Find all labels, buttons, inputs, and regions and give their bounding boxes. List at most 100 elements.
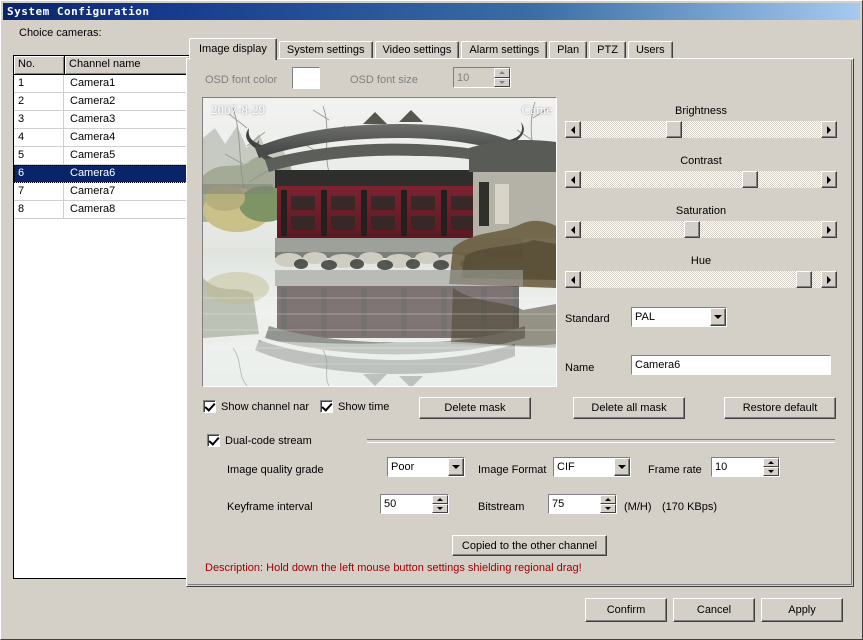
spinner-down-icon[interactable] — [600, 504, 616, 513]
slider-label-saturation: Saturation — [675, 205, 727, 217]
video-preview[interactable]: 2007-8-29 Came — [202, 97, 557, 387]
table-row[interactable]: 6 Camera6 — [14, 165, 189, 183]
camera-row-name: Camera2 — [70, 95, 116, 107]
system-configuration-window: System Configuration Choice cameras: No.… — [0, 0, 863, 640]
camera-row-name: Camera1 — [70, 77, 116, 89]
copy-to-other-channel-label: Copied to the other channel — [461, 539, 598, 552]
slider-label-hue: Hue — [690, 255, 712, 267]
bitstream-stepper[interactable] — [600, 495, 616, 513]
checkbox-indicator[interactable] — [320, 400, 333, 413]
cancel-button[interactable]: Cancel — [673, 598, 755, 622]
slider-label-brightness: Brightness — [675, 105, 727, 117]
spinner-up-icon[interactable] — [494, 68, 510, 78]
table-row[interactable]: 2 Camera2 — [14, 93, 189, 111]
slider-thumb[interactable] — [684, 221, 700, 238]
preview-image — [203, 98, 556, 386]
apply-button[interactable]: Apply — [761, 598, 843, 622]
tab-plan[interactable]: Plan — [549, 41, 588, 59]
tab-alarm-settings[interactable]: Alarm settings — [461, 41, 548, 59]
image-format-label: Image Format — [478, 464, 547, 476]
confirm-label: Confirm — [606, 604, 646, 616]
frame-rate-stepper[interactable] — [763, 458, 779, 476]
show-time-checkbox[interactable]: Show time — [320, 400, 389, 413]
slider-track[interactable] — [581, 271, 821, 288]
camera-row-no: 7 — [14, 183, 64, 200]
tab-ptz[interactable]: PTZ — [589, 41, 626, 59]
table-row[interactable]: 5 Camera5 — [14, 147, 189, 165]
checkbox-indicator[interactable] — [203, 400, 216, 413]
standard-select[interactable]: PAL — [631, 307, 727, 327]
bitstream-spinner[interactable]: 75 — [548, 494, 617, 514]
arrow-left-icon[interactable] — [565, 271, 581, 288]
copy-to-other-channel-button[interactable]: Copied to the other channel — [452, 535, 607, 556]
slider-thumb[interactable] — [796, 271, 812, 288]
tab-image-display[interactable]: Image display — [189, 38, 277, 60]
table-row[interactable]: 8 Camera8 — [14, 201, 189, 219]
image-display-panel: OSD font color OSD font size 10 2007-8-2… — [186, 58, 854, 587]
arrow-right-icon[interactable] — [821, 171, 837, 188]
camera-list[interactable]: No. Channel name 1 Camera1 2 Camera2 3 Camera… — [13, 55, 190, 579]
bitstream-label: Bitstream — [478, 501, 525, 513]
chevron-down-icon[interactable] — [710, 308, 726, 326]
slider-thumb[interactable] — [742, 171, 758, 188]
frame-rate-spinner[interactable]: 10 — [711, 457, 780, 477]
show-channel-name-checkbox[interactable]: Show channel nar — [203, 400, 309, 413]
slider-brightness[interactable] — [565, 121, 837, 138]
camera-row-no: 1 — [14, 75, 64, 92]
spinner-down-icon[interactable] — [763, 467, 779, 476]
spinner-up-icon[interactable] — [432, 495, 448, 504]
slider-contrast[interactable] — [565, 171, 837, 188]
delete-mask-button[interactable]: Delete mask — [419, 397, 531, 419]
table-row[interactable]: 3 Camera3 — [14, 111, 189, 129]
choice-cameras-label: Choice cameras: — [19, 27, 102, 39]
name-label: Name — [565, 362, 595, 374]
keyframe-interval-stepper[interactable] — [432, 495, 448, 513]
keyframe-interval-spinner[interactable]: 50 — [380, 494, 449, 514]
camera-row-name: Camera4 — [70, 131, 116, 143]
slider-thumb[interactable] — [666, 121, 682, 138]
arrow-right-icon[interactable] — [821, 271, 837, 288]
tab-video-settings[interactable]: Video settings — [374, 41, 460, 59]
delete-all-mask-button[interactable]: Delete all mask — [573, 397, 685, 419]
image-format-select[interactable]: CIF — [553, 457, 631, 477]
arrow-right-icon[interactable] — [821, 121, 837, 138]
name-input[interactable]: Camera6 — [631, 355, 831, 375]
camera-row-name: Camera3 — [70, 113, 116, 125]
image-quality-select[interactable]: Poor — [387, 457, 465, 477]
confirm-button[interactable]: Confirm — [585, 598, 667, 622]
arrow-left-icon[interactable] — [565, 171, 581, 188]
osd-font-size-stepper[interactable] — [494, 68, 510, 87]
spinner-up-icon[interactable] — [763, 458, 779, 467]
standard-label: Standard — [565, 313, 610, 325]
keyframe-interval-label: Keyframe interval — [227, 501, 313, 513]
settings-tabs[interactable]: Image display System settings Video settin… — [189, 36, 675, 60]
chevron-down-icon[interactable] — [614, 458, 630, 476]
chevron-down-icon[interactable] — [448, 458, 464, 476]
table-row[interactable]: 4 Camera4 — [14, 129, 189, 147]
slider-track[interactable] — [581, 221, 821, 238]
arrow-left-icon[interactable] — [565, 121, 581, 138]
slider-track[interactable] — [581, 121, 821, 138]
tab-users[interactable]: Users — [627, 41, 673, 59]
osd-font-color-swatch[interactable] — [292, 67, 320, 89]
restore-default-button[interactable]: Restore default — [724, 397, 836, 419]
arrow-right-icon[interactable] — [821, 221, 837, 238]
tab-system-settings[interactable]: System settings — [278, 41, 373, 59]
osd-font-size-spinner[interactable]: 10 — [453, 67, 511, 88]
dual-code-stream-checkbox[interactable]: Dual-code stream — [207, 434, 318, 447]
table-row[interactable]: 1 Camera1 — [14, 75, 189, 93]
table-row[interactable]: 7 Camera7 — [14, 183, 189, 201]
spinner-down-icon[interactable] — [432, 504, 448, 513]
arrow-left-icon[interactable] — [565, 221, 581, 238]
slider-label-contrast: Contrast — [680, 155, 722, 167]
camera-row-name: Camera8 — [70, 203, 116, 215]
checkbox-indicator[interactable] — [207, 434, 220, 447]
spinner-up-icon[interactable] — [600, 495, 616, 504]
slider-track[interactable] — [581, 171, 821, 188]
cancel-label: Cancel — [696, 604, 732, 616]
spinner-down-icon[interactable] — [494, 77, 510, 87]
slider-hue[interactable] — [565, 271, 837, 288]
slider-saturation[interactable] — [565, 221, 837, 238]
name-value: Camera6 — [635, 359, 681, 371]
frame-rate-label: Frame rate — [648, 464, 702, 476]
